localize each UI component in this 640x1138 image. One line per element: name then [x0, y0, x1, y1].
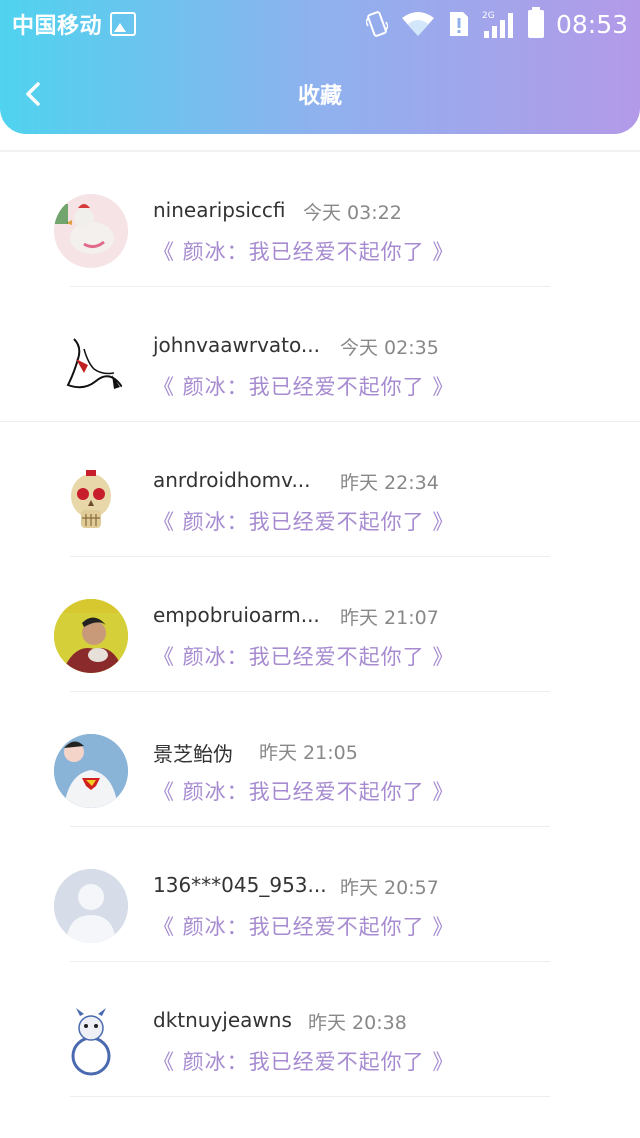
favorite-title[interactable]: 《 颜冰：我已经爱不起你了 》	[153, 506, 454, 536]
favorite-time: 昨天 22:34	[340, 472, 439, 494]
user-avatar[interactable]	[54, 869, 128, 943]
list-item[interactable]: anrdroidhomv... 昨天 22:34 《 颜冰：我已经爱不起你了 》	[0, 422, 640, 557]
status-bar: 中国移动 2G 08:53	[0, 0, 640, 48]
battery-icon	[527, 7, 544, 38]
favorite-time: 今天 03:22	[303, 202, 402, 224]
user-avatar[interactable]	[54, 464, 128, 538]
wifi-icon	[401, 12, 434, 36]
user-avatar[interactable]	[54, 329, 128, 403]
avatar-sketch-icon	[54, 329, 128, 403]
user-name: johnvaawrvato...	[153, 333, 320, 357]
favorite-time: 今天 02:35	[340, 337, 439, 359]
item-divider	[70, 1096, 550, 1097]
user-avatar[interactable]	[54, 734, 128, 808]
user-name: dktnuyjeawns	[153, 1008, 292, 1032]
list-item[interactable]: empobruioarm... 昨天 21:07 《 颜冰：我已经爱不起你了 》	[0, 557, 640, 692]
nav-bar: 收藏	[0, 62, 640, 126]
favorite-time: 昨天 20:38	[308, 1012, 407, 1034]
favorite-title[interactable]: 《 颜冰：我已经爱不起你了 》	[153, 641, 454, 671]
default-avatar-icon	[54, 869, 128, 943]
carrier-name: 中国移动	[12, 14, 103, 39]
user-name: 136***045_953...	[153, 873, 327, 897]
back-arrow-icon[interactable]	[22, 80, 46, 108]
user-avatar[interactable]	[54, 194, 128, 268]
page-title: 收藏	[297, 84, 342, 109]
sim-alert-icon	[449, 12, 468, 36]
network-type: 2G	[482, 11, 495, 21]
list-item[interactable]: 136***045_953... 昨天 20:57 《 颜冰：我已经爱不起你了 …	[0, 827, 640, 962]
favorite-time: 昨天 21:05	[259, 742, 358, 764]
list-item[interactable]: ninearipsiccfi 今天 03:22 《 颜冰：我已经爱不起你了 》	[0, 152, 640, 287]
image-notification-icon	[110, 12, 137, 36]
status-icons: 2G 08:53	[365, 7, 628, 39]
list-item[interactable]: johnvaawrvato... 今天 02:35 《 颜冰：我已经爱不起你了 …	[0, 287, 640, 422]
avatar-superhero-icon	[54, 734, 128, 808]
favorite-time: 昨天 21:07	[340, 607, 439, 629]
user-name: 景芝鲐伪	[153, 742, 233, 766]
avatar-chicken-icon	[54, 194, 128, 268]
avatar-photo-icon	[54, 599, 128, 673]
app-header: 中国移动 2G 08:53 收藏	[0, 0, 640, 134]
favorite-title[interactable]: 《 颜冰：我已经爱不起你了 》	[153, 1046, 454, 1076]
favorite-time: 昨天 20:57	[340, 877, 439, 899]
user-name: ninearipsiccfi	[153, 198, 286, 222]
avatar-cartoon-icon	[54, 1004, 128, 1078]
user-name: empobruioarm...	[153, 603, 320, 627]
list-item[interactable]: 景芝鲐伪 昨天 21:05 《 颜冰：我已经爱不起你了 》	[0, 692, 640, 827]
status-time: 08:53	[555, 9, 628, 39]
favorite-title[interactable]: 《 颜冰：我已经爱不起你了 》	[153, 776, 454, 806]
favorite-title[interactable]: 《 颜冰：我已经爱不起你了 》	[153, 911, 454, 941]
vibrate-icon	[365, 11, 388, 37]
favorites-list: ninearipsiccfi 今天 03:22 《 颜冰：我已经爱不起你了 》 …	[0, 150, 640, 1138]
user-avatar[interactable]	[54, 1004, 128, 1078]
user-avatar[interactable]	[54, 599, 128, 673]
favorite-title[interactable]: 《 颜冰：我已经爱不起你了 》	[153, 236, 454, 266]
signal-icon: 2G	[482, 11, 513, 38]
user-name: anrdroidhomv...	[153, 468, 311, 492]
list-item[interactable]: dktnuyjeawns 昨天 20:38 《 颜冰：我已经爱不起你了 》	[0, 962, 640, 1097]
avatar-skull-icon	[54, 464, 128, 538]
favorite-title[interactable]: 《 颜冰：我已经爱不起你了 》	[153, 371, 454, 401]
